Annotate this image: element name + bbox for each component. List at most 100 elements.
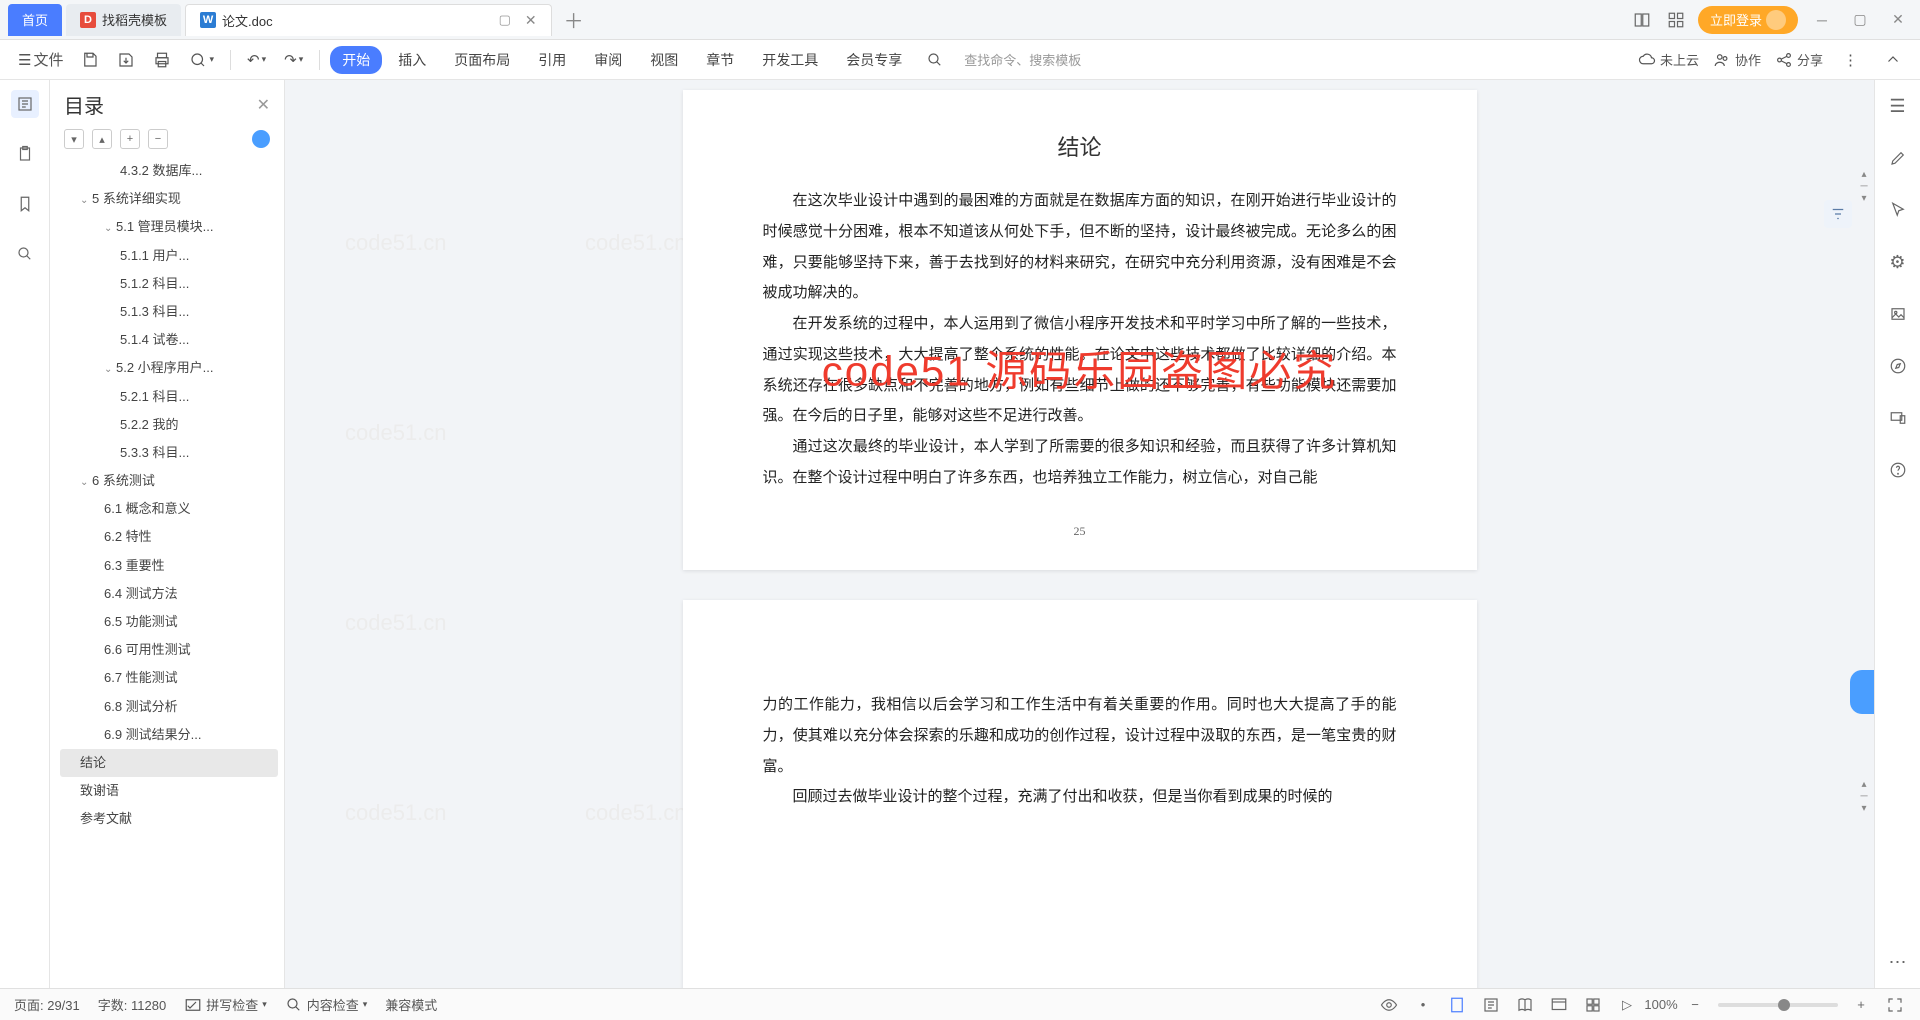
collapse-all-icon[interactable]: ▾ (64, 129, 84, 149)
outline-item[interactable]: 5.1.2 科目... (60, 270, 278, 298)
outline-item[interactable]: 5.1.3 科目... (60, 298, 278, 326)
outline-item[interactable]: ⌄5 系统详细实现 (60, 185, 278, 213)
sync-badge-icon[interactable] (252, 130, 270, 148)
close-button[interactable]: ✕ (1884, 6, 1912, 34)
chevron-down-icon[interactable]: ⌄ (104, 363, 114, 377)
read-view-icon[interactable] (1514, 994, 1536, 1016)
ribbon-tab-3[interactable]: 引用 (526, 46, 578, 74)
zoom-out-icon[interactable]: − (1684, 994, 1706, 1016)
ribbon-tab-8[interactable]: 会员专享 (834, 46, 914, 74)
side-handle-icon[interactable] (1850, 670, 1874, 714)
tab-home[interactable]: 首页 (8, 4, 62, 36)
outline-item[interactable]: 6.5 功能测试 (60, 608, 278, 636)
dot-icon[interactable]: • (1412, 994, 1434, 1016)
outline-item[interactable]: 6.8 测试分析 (60, 693, 278, 721)
search-icon[interactable] (920, 47, 950, 73)
outline-item[interactable]: 6.7 性能测试 (60, 664, 278, 692)
add-heading-icon[interactable]: + (120, 129, 140, 149)
close-icon[interactable]: ✕ (525, 12, 537, 29)
tab-template[interactable]: D 找稻壳模板 (66, 4, 181, 36)
page-view-icon[interactable] (1446, 994, 1468, 1016)
cursor-icon[interactable] (1884, 196, 1912, 224)
image-icon[interactable] (1884, 300, 1912, 328)
outline-icon[interactable] (11, 90, 39, 118)
document-area[interactable]: code51.cn code51.cn code51.cn code51.cn … (285, 80, 1874, 988)
outline-item[interactable]: 6.1 概念和意义 (60, 495, 278, 523)
share-button[interactable]: 分享 (1775, 50, 1823, 69)
menu-button[interactable]: ☰ 文件 (12, 45, 69, 74)
edit-icon[interactable] (1884, 144, 1912, 172)
outline-item[interactable]: 5.3.3 科目... (60, 439, 278, 467)
login-button[interactable]: 立即登录 (1698, 6, 1798, 34)
zoom-slider[interactable] (1718, 1003, 1838, 1007)
apps-icon[interactable] (1664, 8, 1688, 32)
eye-icon[interactable] (1378, 994, 1400, 1016)
zoom-in-icon[interactable]: + (1850, 994, 1872, 1016)
expand-all-icon[interactable]: ▴ (92, 129, 112, 149)
outline-item[interactable]: 4.3.2 数据库... (60, 157, 278, 185)
ribbon-tab-2[interactable]: 页面布局 (442, 46, 522, 74)
ribbon-tab-5[interactable]: 视图 (638, 46, 690, 74)
new-tab-button[interactable]: ＋ (564, 5, 584, 34)
outline-item[interactable]: 致谢语 (60, 777, 278, 805)
content-check-button[interactable]: 内容检查 ▾ (285, 995, 368, 1014)
chevron-down-icon[interactable]: ⌄ (80, 476, 90, 490)
collab-button[interactable]: 协作 (1713, 50, 1761, 69)
minimize-button[interactable]: ─ (1808, 6, 1836, 34)
search-rail-icon[interactable] (11, 240, 39, 268)
outline-item[interactable]: 5.1.4 试卷... (60, 326, 278, 354)
spellcheck-button[interactable]: 拼写检查 ▾ (184, 995, 267, 1014)
settings-icon[interactable]: ⚙ (1884, 248, 1912, 276)
bookmark-icon[interactable] (11, 190, 39, 218)
ribbon-tab-0[interactable]: 开始 (330, 46, 382, 74)
menu-icon[interactable]: ☰ (1884, 92, 1912, 120)
outline-item[interactable]: 5.2.1 科目... (60, 383, 278, 411)
search-placeholder[interactable]: 查找命令、搜索模板 (964, 50, 1081, 69)
filter-icon[interactable] (1824, 200, 1852, 228)
chevron-down-icon[interactable]: ⌄ (104, 222, 114, 236)
outline-item[interactable]: 结论 (60, 749, 278, 777)
outline-item[interactable]: 5.2.2 我的 (60, 411, 278, 439)
fullscreen-icon[interactable] (1884, 994, 1906, 1016)
undo-icon[interactable]: ↶▾ (241, 47, 272, 73)
layout-icon[interactable] (1630, 8, 1654, 32)
chevron-down-icon[interactable]: ⌄ (80, 194, 90, 208)
remove-heading-icon[interactable]: − (148, 129, 168, 149)
save-icon[interactable] (75, 47, 105, 73)
word-count[interactable]: 字数: 11280 (98, 995, 166, 1014)
ribbon-tab-7[interactable]: 开发工具 (750, 46, 830, 74)
compass-icon[interactable] (1884, 352, 1912, 380)
more-icon[interactable]: ⋮ (1837, 47, 1864, 73)
clipboard-icon[interactable] (11, 140, 39, 168)
grid-icon[interactable] (1582, 994, 1604, 1016)
ruler-icon[interactable]: ▷ (1616, 994, 1638, 1016)
tab-document[interactable]: W 论文.doc ▢ ✕ (185, 4, 552, 36)
outline-item[interactable]: 参考文献 (60, 805, 278, 833)
page-indicator[interactable]: 页面: 29/31 (14, 995, 80, 1014)
outline-item[interactable]: 5.1.1 用户... (60, 242, 278, 270)
device-icon[interactable] (1884, 404, 1912, 432)
export-icon[interactable] (111, 47, 141, 73)
cloud-status[interactable]: 未上云 (1638, 50, 1699, 69)
outline-item[interactable]: 6.9 测试结果分... (60, 721, 278, 749)
outline-item[interactable]: ⌄6 系统测试 (60, 467, 278, 495)
more-tools-icon[interactable]: ⋯ (1884, 948, 1912, 976)
outline-view-icon[interactable] (1480, 994, 1502, 1016)
ribbon-tab-6[interactable]: 章节 (694, 46, 746, 74)
presentation-icon[interactable]: ▢ (499, 12, 511, 28)
zoom-label[interactable]: 100% (1650, 994, 1672, 1016)
preview-icon[interactable]: ▾ (183, 47, 220, 73)
panel-close-icon[interactable]: ✕ (257, 95, 270, 115)
ribbon-tab-4[interactable]: 审阅 (582, 46, 634, 74)
outline-item[interactable]: ⌄5.2 小程序用户... (60, 354, 278, 382)
outline-item[interactable]: ⌄5.1 管理员模块... (60, 213, 278, 241)
ribbon-tab-1[interactable]: 插入 (386, 46, 438, 74)
outline-item[interactable]: 6.2 特性 (60, 523, 278, 551)
outline-item[interactable]: 6.4 测试方法 (60, 580, 278, 608)
web-view-icon[interactable] (1548, 994, 1570, 1016)
redo-icon[interactable]: ↷▾ (278, 47, 309, 73)
maximize-button[interactable]: ▢ (1846, 6, 1874, 34)
outline-item[interactable]: 6.3 重要性 (60, 552, 278, 580)
outline-item[interactable]: 6.6 可用性测试 (60, 636, 278, 664)
collapse-ribbon-icon[interactable] (1878, 47, 1908, 73)
